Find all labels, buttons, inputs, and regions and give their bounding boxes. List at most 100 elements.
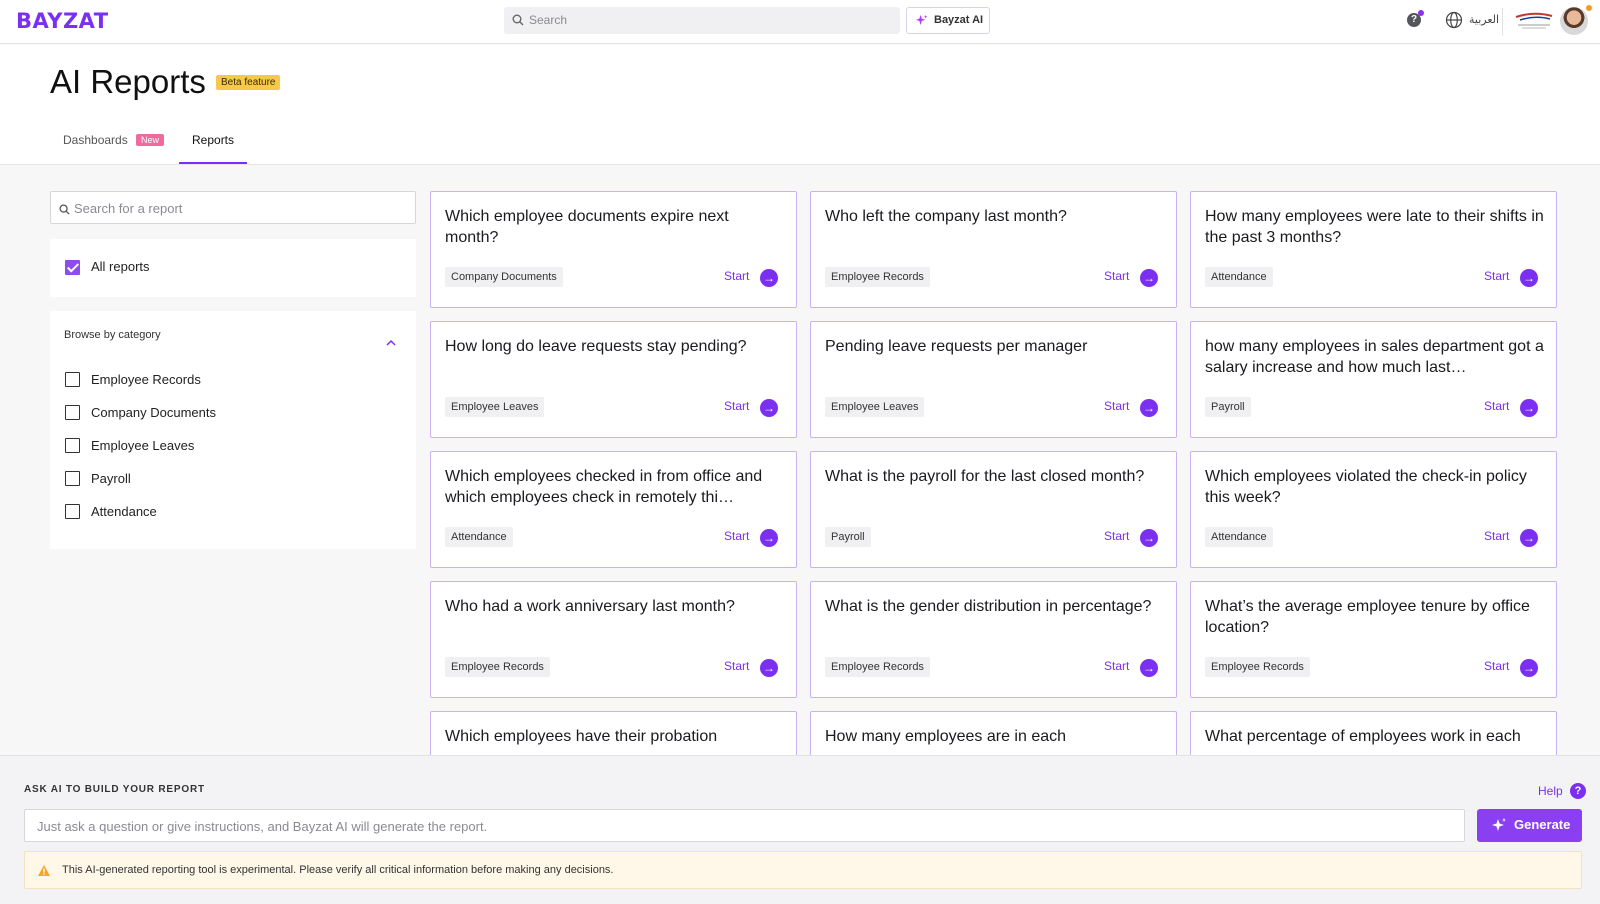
arrow-right-icon[interactable]: → bbox=[1520, 529, 1538, 547]
category-tag: Employee Leaves bbox=[445, 397, 545, 417]
report-card[interactable]: Pending leave requests per manager Emplo… bbox=[810, 321, 1177, 438]
category-attendance[interactable]: Attendance bbox=[65, 503, 365, 521]
global-search-input[interactable]: Search bbox=[504, 7, 900, 34]
all-reports-checkbox[interactable] bbox=[65, 260, 80, 275]
category-payroll[interactable]: Payroll bbox=[65, 470, 365, 488]
start-button[interactable]: Start bbox=[1104, 399, 1129, 413]
start-button[interactable]: Start bbox=[1484, 269, 1509, 283]
global-search-placeholder: Search bbox=[529, 13, 568, 27]
arrow-right-icon[interactable]: → bbox=[760, 529, 778, 547]
bayzat-ai-button[interactable]: Bayzat AI bbox=[906, 7, 990, 34]
page-title: AI Reports bbox=[50, 63, 206, 100]
report-card[interactable]: How many employees were late to their sh… bbox=[1190, 191, 1557, 308]
report-question: Which employee documents expire next mon… bbox=[445, 208, 729, 246]
beta-badge: Beta feature bbox=[216, 75, 281, 90]
arrow-right-icon[interactable]: → bbox=[1140, 399, 1158, 417]
arrow-right-icon[interactable]: → bbox=[1520, 269, 1538, 287]
category-employee-leaves[interactable]: Employee Leaves bbox=[65, 437, 365, 455]
category-label: Company Documents bbox=[91, 405, 216, 420]
category-checkbox[interactable] bbox=[65, 504, 80, 519]
arrow-right-icon[interactable]: → bbox=[1140, 269, 1158, 287]
divider bbox=[1502, 8, 1503, 36]
category-tag: Employee Records bbox=[445, 657, 550, 677]
start-button[interactable]: Start bbox=[1104, 659, 1129, 673]
report-search-placeholder: Search for a report bbox=[74, 201, 183, 216]
report-question: Which employees violated the check-in po… bbox=[1205, 468, 1527, 506]
search-icon bbox=[59, 202, 70, 220]
report-question: What is the gender distribution in perce… bbox=[825, 598, 1152, 615]
category-checkbox[interactable] bbox=[65, 471, 80, 486]
start-button[interactable]: Start bbox=[724, 269, 749, 283]
all-reports-label[interactable]: All reports bbox=[91, 259, 150, 274]
category-checkbox[interactable] bbox=[65, 438, 80, 453]
arrow-right-icon[interactable]: → bbox=[760, 269, 778, 287]
category-tag: Employee Records bbox=[1205, 657, 1310, 677]
category-label: Payroll bbox=[91, 471, 131, 486]
start-button[interactable]: Start bbox=[724, 529, 749, 543]
category-label: Employee Records bbox=[91, 372, 201, 387]
report-card[interactable]: how many employees in sales department g… bbox=[1190, 321, 1557, 438]
help-question-icon[interactable]: ? bbox=[1570, 783, 1586, 799]
start-button[interactable]: Start bbox=[724, 659, 749, 673]
report-question: Who had a work anniversary last month? bbox=[445, 598, 735, 615]
start-button[interactable]: Start bbox=[1484, 399, 1509, 413]
browse-category-heading[interactable]: Browse by category bbox=[64, 329, 161, 341]
start-button[interactable]: Start bbox=[1104, 269, 1129, 283]
category-label: Employee Leaves bbox=[91, 438, 195, 453]
category-tag: Attendance bbox=[1205, 527, 1273, 547]
report-card[interactable]: Which employee documents expire next mon… bbox=[430, 191, 797, 308]
sparkle-icon bbox=[915, 14, 928, 32]
generate-button[interactable]: Generate bbox=[1477, 809, 1582, 842]
arrow-right-icon[interactable]: → bbox=[1520, 399, 1538, 417]
category-checkbox[interactable] bbox=[65, 405, 80, 420]
ask-ai-input[interactable]: Just ask a question or give instructions… bbox=[24, 809, 1465, 842]
tab-dashboards[interactable]: Dashboards bbox=[63, 133, 128, 147]
company-logo-icon bbox=[1512, 9, 1556, 33]
report-question: Which employees checked in from office a… bbox=[445, 468, 763, 506]
report-card[interactable]: What is the gender distribution in perce… bbox=[810, 581, 1177, 698]
ask-ai-panel: ASK AI TO BUILD YOUR REPORT Help ? Just … bbox=[0, 755, 1600, 904]
arrow-right-icon[interactable]: → bbox=[1140, 529, 1158, 547]
chevron-up-icon[interactable] bbox=[386, 333, 396, 351]
globe-icon[interactable] bbox=[1445, 11, 1463, 34]
avatar-status-dot bbox=[1586, 5, 1592, 11]
category-label: Attendance bbox=[91, 504, 157, 519]
category-tag: Employee Leaves bbox=[825, 397, 925, 417]
start-button[interactable]: Start bbox=[1104, 529, 1129, 543]
sparkle-icon bbox=[1491, 817, 1507, 838]
start-button[interactable]: Start bbox=[724, 399, 749, 413]
report-question: Pending leave requests per manager bbox=[825, 338, 1088, 355]
report-question: How many employees were late to their sh… bbox=[1205, 208, 1544, 246]
report-card[interactable]: How long do leave requests stay pending?… bbox=[430, 321, 797, 438]
report-card[interactable]: Which employees checked in from office a… bbox=[430, 451, 797, 568]
report-card[interactable]: Who left the company last month? Employe… bbox=[810, 191, 1177, 308]
report-card[interactable]: Who had a work anniversary last month? E… bbox=[430, 581, 797, 698]
arrow-right-icon[interactable]: → bbox=[1140, 659, 1158, 677]
new-badge: New bbox=[136, 134, 165, 146]
arrow-right-icon[interactable]: → bbox=[1520, 659, 1538, 677]
bayzat-ai-label: Bayzat AI bbox=[934, 14, 984, 26]
category-tag: Payroll bbox=[1205, 397, 1251, 417]
user-avatar[interactable] bbox=[1560, 7, 1588, 35]
category-company-documents[interactable]: Company Documents bbox=[65, 404, 365, 422]
category-checkbox[interactable] bbox=[65, 372, 80, 387]
arrow-right-icon[interactable]: → bbox=[760, 659, 778, 677]
report-search-input[interactable]: Search for a report bbox=[50, 191, 416, 224]
arrow-right-icon[interactable]: → bbox=[760, 399, 778, 417]
category-employee-records[interactable]: Employee Records bbox=[65, 371, 365, 389]
start-button[interactable]: Start bbox=[1484, 659, 1509, 673]
tab-reports[interactable]: Reports bbox=[192, 133, 234, 147]
report-card[interactable]: What is the payroll for the last closed … bbox=[810, 451, 1177, 568]
active-tab-indicator bbox=[179, 162, 247, 164]
report-question: What percentage of employees work in eac… bbox=[1205, 728, 1521, 745]
start-button[interactable]: Start bbox=[1484, 529, 1509, 543]
category-tag: Payroll bbox=[825, 527, 871, 547]
language-switch[interactable]: العربية bbox=[1469, 13, 1499, 26]
report-card[interactable]: What’s the average employee tenure by of… bbox=[1190, 581, 1557, 698]
experimental-warning: This AI-generated reporting tool is expe… bbox=[24, 851, 1582, 889]
report-card[interactable]: Which employees violated the check-in po… bbox=[1190, 451, 1557, 568]
help-link[interactable]: Help bbox=[1538, 784, 1563, 798]
report-question: What’s the average employee tenure by of… bbox=[1205, 598, 1530, 636]
report-question: How many employees are in each bbox=[825, 728, 1067, 745]
bayzat-logo[interactable]: BAYZAT bbox=[16, 9, 109, 33]
